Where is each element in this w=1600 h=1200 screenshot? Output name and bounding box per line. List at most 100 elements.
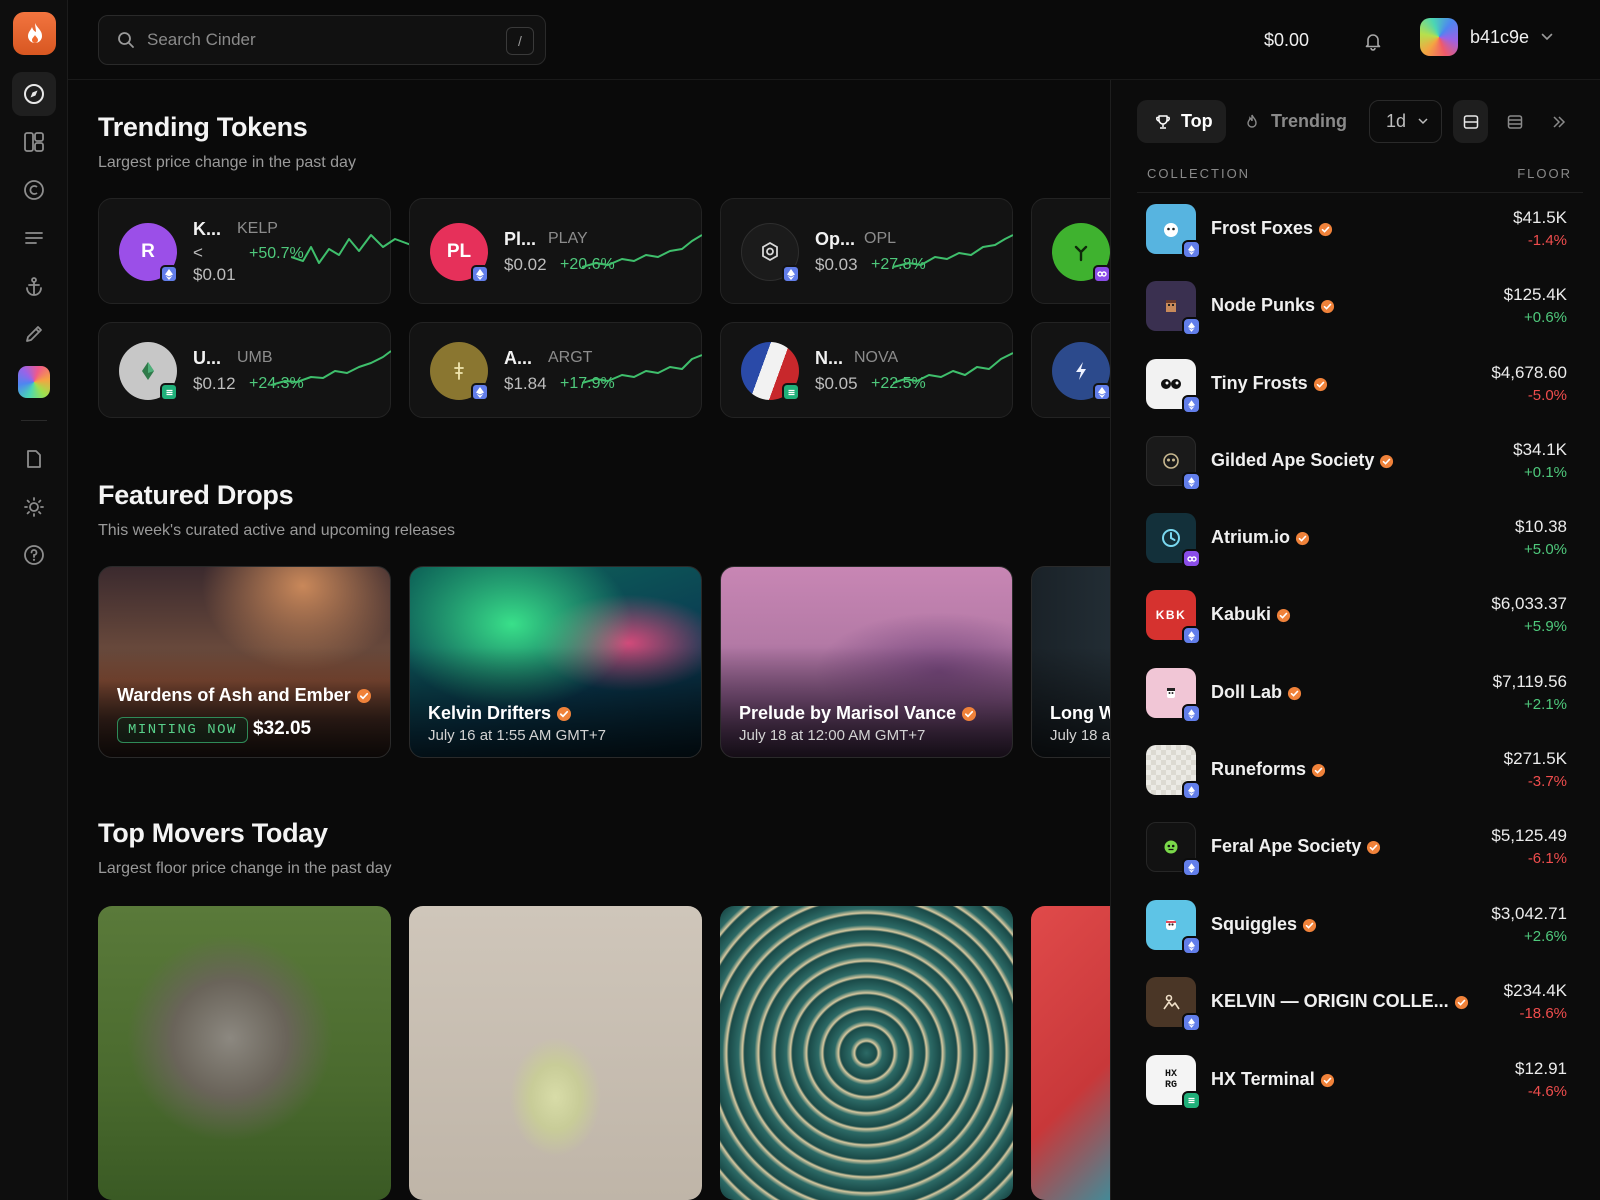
collection-name: Frost Foxes bbox=[1211, 218, 1333, 239]
drop-card[interactable]: Kelvin Drifters July 16 at 1:55 AM GMT+7 bbox=[409, 566, 702, 758]
token-card[interactable] bbox=[1031, 322, 1110, 418]
collection-name: Squiggles bbox=[1211, 914, 1317, 935]
sidebar-item-help[interactable] bbox=[12, 533, 56, 577]
panel-view-icon bbox=[1463, 114, 1478, 129]
sparkline-chart bbox=[271, 350, 391, 386]
tab-trending-label: Trending bbox=[1271, 111, 1347, 131]
token-card[interactable] bbox=[1031, 198, 1110, 304]
base-chain-icon bbox=[1182, 1091, 1201, 1110]
solana-chain-icon bbox=[1093, 265, 1110, 283]
notifications-button[interactable] bbox=[1356, 24, 1390, 58]
user-menu[interactable]: b41c9e bbox=[1420, 18, 1553, 56]
collection-row[interactable]: Feral Ape Society $5,125.49 -6.1% bbox=[1131, 810, 1583, 882]
collection-floor: $34.1K bbox=[1513, 440, 1567, 459]
collection-row[interactable]: Tiny Frosts $4,678.60 -5.0% bbox=[1131, 347, 1583, 419]
token-card[interactable]: A... ARGT $1.84 +17.9% bbox=[409, 322, 702, 418]
card-view-toggle[interactable] bbox=[1453, 100, 1488, 143]
collection-logo-text: HX RG bbox=[1164, 1069, 1177, 1091]
collection-row[interactable]: Squiggles $3,042.71 +2.6% bbox=[1131, 888, 1583, 960]
collection-change: -4.6% bbox=[1527, 1083, 1567, 1100]
drop-card[interactable]: Long W July 18 a bbox=[1031, 566, 1110, 758]
collection-name: Feral Ape Society bbox=[1211, 836, 1381, 857]
sidebar-item-app[interactable] bbox=[12, 360, 56, 404]
sidebar-item-anchor[interactable] bbox=[12, 264, 56, 308]
flame-logo-icon[interactable] bbox=[13, 12, 56, 55]
ethereum-chain-icon bbox=[1182, 1013, 1201, 1032]
collection-floor: $41.5K bbox=[1513, 208, 1567, 227]
collapse-panel-button[interactable] bbox=[1541, 100, 1576, 143]
ethereum-chain-icon bbox=[1182, 395, 1201, 414]
hexagon-icon bbox=[762, 241, 778, 262]
period-select[interactable]: 1d bbox=[1369, 100, 1442, 143]
collection-change: -3.7% bbox=[1527, 773, 1567, 790]
collection-row[interactable]: Gilded Ape Society $34.1K +0.1% bbox=[1131, 424, 1583, 496]
token-name: N... bbox=[815, 348, 844, 368]
search-input[interactable]: Search Cinder / bbox=[98, 15, 546, 65]
mover-card-image[interactable] bbox=[98, 906, 391, 1200]
sparkline-chart bbox=[893, 352, 1013, 384]
collection-floor: $3,042.71 bbox=[1491, 904, 1567, 923]
token-card[interactable]: PL Pl... PLAY $0.02 +20.6% bbox=[409, 198, 702, 304]
period-value: 1d bbox=[1386, 111, 1407, 131]
sidebar-item-docs[interactable] bbox=[12, 437, 56, 481]
sidebar-item-create[interactable] bbox=[12, 312, 56, 356]
token-price: $0.01 bbox=[193, 265, 236, 284]
collection-row[interactable]: KBK Kabuki $6,033.37 +5.9% bbox=[1131, 578, 1583, 650]
verified-badge-icon bbox=[1454, 995, 1468, 1009]
mover-card-image[interactable] bbox=[720, 906, 1013, 1200]
avatar bbox=[1420, 18, 1458, 56]
collection-floor: $5,125.49 bbox=[1491, 826, 1567, 845]
list-icon bbox=[25, 232, 43, 244]
sidebar-item-dashboard[interactable] bbox=[12, 120, 56, 164]
verified-badge-icon bbox=[1276, 608, 1291, 622]
sidebar-item-activity[interactable] bbox=[12, 216, 56, 260]
sidebar bbox=[0, 0, 68, 1200]
collection-row[interactable]: Runeforms $271.5K -3.7% bbox=[1131, 733, 1583, 805]
minting-now-badge: MINTING NOW bbox=[117, 717, 248, 743]
collection-row[interactable]: Atrium.io $10.38 +5.0% bbox=[1131, 501, 1583, 573]
list-view-toggle[interactable] bbox=[1497, 100, 1532, 143]
wallet-balance[interactable]: $0.00 bbox=[1264, 30, 1309, 51]
sidebar-item-theme[interactable] bbox=[12, 485, 56, 529]
collection-row[interactable]: Node Punks $125.4K +0.6% bbox=[1131, 269, 1583, 341]
chevron-down-icon bbox=[1418, 118, 1428, 125]
copyright-icon bbox=[24, 180, 44, 200]
verified-badge-icon bbox=[1302, 918, 1317, 932]
compass-icon bbox=[24, 84, 44, 104]
pencil-icon bbox=[26, 326, 42, 342]
drop-card[interactable]: Prelude by Marisol Vance July 18 at 12:0… bbox=[720, 566, 1013, 758]
trending-tokens-title: Trending Tokens bbox=[98, 112, 308, 142]
collection-change: -18.6% bbox=[1519, 1005, 1567, 1022]
sidebar-item-discover[interactable] bbox=[12, 72, 56, 116]
verified-badge-icon bbox=[1380, 454, 1394, 468]
token-card[interactable]: Op... OPL $0.03 +27.8% bbox=[720, 198, 1013, 304]
ethereum-chain-icon bbox=[1182, 936, 1201, 955]
collection-row[interactable]: Frost Foxes $41.5K -1.4% bbox=[1131, 192, 1583, 264]
collection-row[interactable]: Doll Lab $7,119.56 +2.1% bbox=[1131, 656, 1583, 728]
mover-card-image[interactable] bbox=[1031, 906, 1110, 1200]
flame-icon bbox=[1247, 114, 1257, 128]
token-symbol: OPL bbox=[864, 230, 897, 247]
sidebar-item-tokens[interactable] bbox=[12, 168, 56, 212]
collection-row[interactable]: KELVIN — ORIGIN COLLE... $234.4K -18.6% bbox=[1131, 965, 1583, 1037]
ethereum-chain-icon bbox=[1182, 317, 1201, 336]
verified-badge-icon bbox=[1295, 531, 1310, 545]
collection-floor: $4,678.60 bbox=[1491, 363, 1567, 382]
collection-row[interactable]: HX RG HX Terminal $12.91 -4.6% bbox=[1131, 1043, 1583, 1115]
collection-name: HX Terminal bbox=[1211, 1069, 1335, 1090]
collection-change: +5.9% bbox=[1524, 618, 1567, 635]
tab-top[interactable]: Top bbox=[1137, 100, 1226, 143]
gem-icon bbox=[142, 362, 154, 380]
tab-trending[interactable]: Trending bbox=[1241, 100, 1349, 143]
drop-card[interactable]: Wardens of Ash and Ember MINTING NOW $32… bbox=[98, 566, 391, 758]
token-card[interactable]: R K... KELP < $0.01 +50.7% bbox=[98, 198, 411, 304]
search-shortcut-key: / bbox=[506, 27, 534, 55]
verified-badge-icon bbox=[1318, 222, 1333, 236]
sidebar-divider bbox=[21, 420, 47, 421]
token-card[interactable]: N... NOVA $0.05 +22.5% bbox=[720, 322, 1013, 418]
token-card[interactable]: U... UMB $0.12 +24.3% bbox=[98, 322, 391, 418]
main-content: Trending Tokens Largest price change in … bbox=[68, 80, 1110, 1200]
mover-card-image[interactable] bbox=[409, 906, 702, 1200]
collection-name: Doll Lab bbox=[1211, 682, 1302, 703]
username: b41c9e bbox=[1470, 26, 1530, 47]
